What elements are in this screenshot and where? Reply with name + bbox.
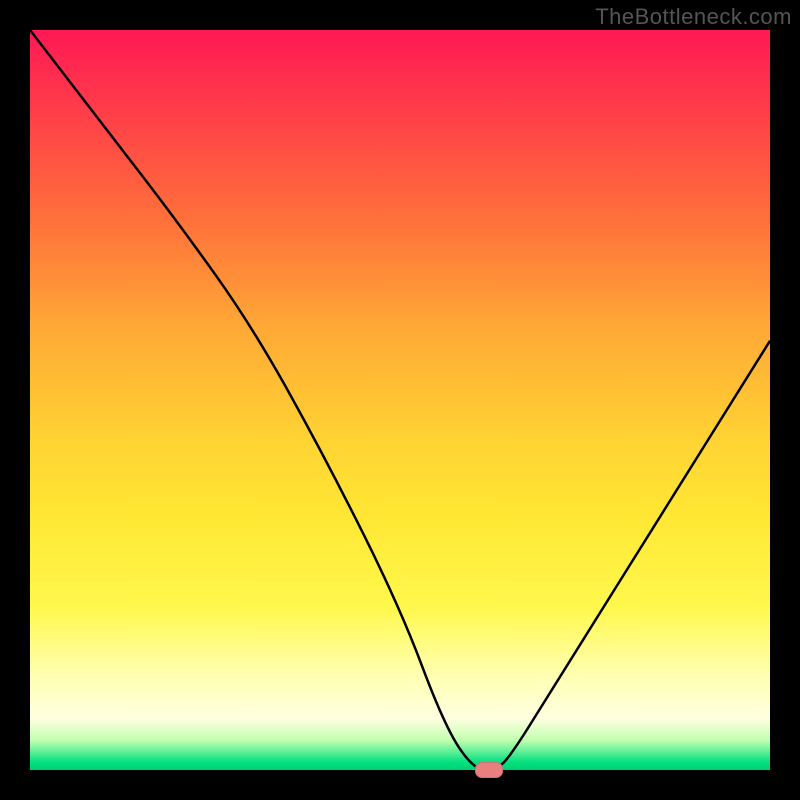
optimum-marker: [475, 762, 503, 778]
bottleneck-curve: [30, 30, 770, 770]
chart-plot-area: [30, 30, 770, 770]
watermark-text: TheBottleneck.com: [595, 4, 792, 30]
